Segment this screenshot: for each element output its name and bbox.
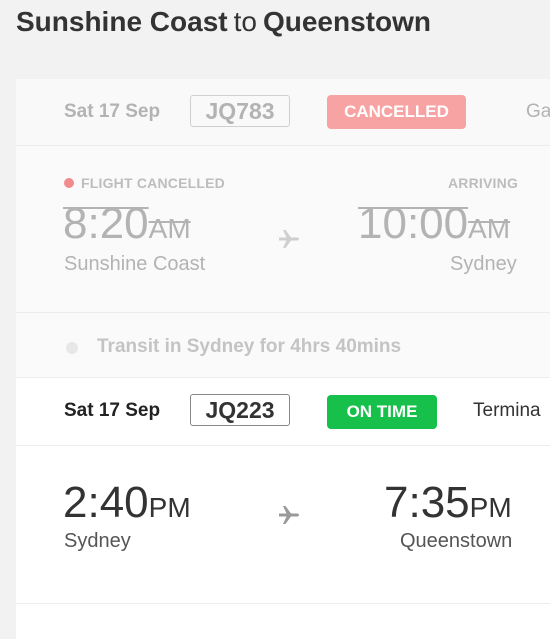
leg2-flight-number[interactable]: JQ223 — [190, 394, 290, 426]
leg1-depart-city: Sunshine Coast — [64, 253, 206, 275]
leg2-arrive-ampm: PM — [469, 492, 512, 523]
leg1-arrive-ampm: AM — [468, 213, 511, 244]
title-connector: to — [233, 6, 257, 37]
leg1-body: FLIGHT CANCELLED ARRIVING 8:20AM Sunshin… — [16, 146, 550, 312]
leg2-depart-city: Sydney — [64, 530, 131, 552]
plane-icon — [279, 230, 299, 248]
leg1-depart-time-value: 8:20 — [63, 199, 149, 248]
leg2-status-badge: ON TIME — [327, 395, 437, 429]
leg2-depart-ampm: PM — [148, 492, 191, 523]
leg2-date: Sat 17 Sep — [64, 400, 161, 421]
leg1-depart-ampm: AM — [148, 213, 191, 244]
leg1-arriving-label: ARRIVING — [448, 175, 519, 191]
leg2-depart-time-value: 2:40 — [63, 478, 149, 527]
leg1-header-row: Sat 17 Sep JQ783 CANCELLED Ga — [16, 79, 550, 145]
leg1-status-label-text: FLIGHT CANCELLED — [81, 175, 225, 191]
transit-dot-icon — [66, 342, 78, 354]
plane-icon — [279, 506, 299, 524]
leg2-header-row: Sat 17 Sep JQ223 ON TIME Termina — [16, 378, 550, 445]
leg1-status-label: FLIGHT CANCELLED — [64, 175, 225, 191]
leg1-date: Sat 17 Sep — [64, 101, 161, 122]
transit-text: Transit in Sydney for 4hrs 40mins — [97, 336, 402, 357]
origin-city-title: Sunshine Coast — [16, 6, 228, 37]
leg1-arrive-city: Sydney — [450, 253, 517, 275]
destination-city-title: Queenstown — [262, 6, 431, 37]
leg2-body: 2:40PM Sydney 7:35PM Queenstown — [16, 446, 550, 603]
status-dot-icon — [64, 178, 74, 188]
transit-row: Transit in Sydney for 4hrs 40mins — [16, 313, 550, 377]
leg2-arrive-city: Queenstown — [400, 530, 513, 552]
leg1-gate-text: Ga — [526, 101, 550, 122]
leg1-depart-time: 8:20AM — [63, 202, 191, 246]
leg2-depart-time: 2:40PM — [63, 481, 191, 525]
leg1-status-badge: CANCELLED — [327, 95, 466, 129]
leg1-flight-number[interactable]: JQ783 — [190, 95, 290, 127]
leg2-terminal-text: Termina — [473, 400, 541, 421]
leg1-arrive-time: 10:00AM — [358, 202, 510, 246]
page-title: Sunshine Coast to Queenstown — [16, 6, 431, 38]
divider — [16, 603, 550, 604]
leg1-arrive-time-value: 10:00 — [358, 199, 469, 248]
leg2-arrive-time: 7:35PM — [384, 481, 512, 525]
itinerary-card: Sat 17 Sep JQ783 CANCELLED Ga FLIGHT CAN… — [16, 79, 550, 639]
leg2-arrive-time-value: 7:35 — [384, 478, 470, 527]
